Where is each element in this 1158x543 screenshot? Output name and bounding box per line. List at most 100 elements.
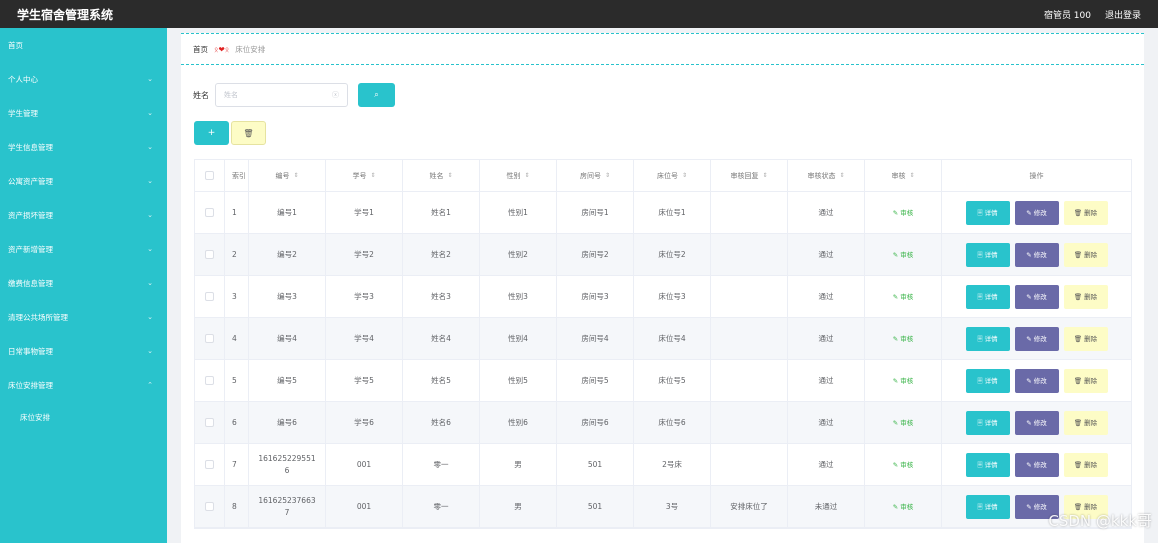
sort-icon[interactable]: ⇕ xyxy=(447,170,452,182)
add-button[interactable]: + xyxy=(194,121,229,145)
row-checkbox[interactable] xyxy=(205,208,214,217)
sidebar-item-10[interactable]: 床位安排管理 ⌃ xyxy=(0,368,167,402)
column-header[interactable]: 学号 ⇕ xyxy=(326,160,403,191)
row-checkbox[interactable] xyxy=(205,334,214,343)
breadcrumb-home[interactable]: 首页 xyxy=(193,44,208,55)
sidebar-item-4[interactable]: 公寓资产管理 ⌄ xyxy=(0,164,167,198)
cell-text: 通过 xyxy=(818,291,834,301)
cell-text: 姓名6 xyxy=(431,417,451,427)
cell-text: 501 xyxy=(587,459,603,469)
delete-button[interactable]: 🗑 删除 xyxy=(1063,368,1108,393)
sort-icon[interactable]: ⇕ xyxy=(839,170,844,182)
column-header[interactable]: 审核回复 ⇕ xyxy=(711,160,788,191)
clear-icon[interactable]: ⓧ xyxy=(332,90,339,100)
sidebar-item-6[interactable]: 资产新增管理 ⌄ xyxy=(0,232,167,266)
row-checkbox[interactable] xyxy=(205,292,214,301)
logout-link[interactable]: 退出登录 xyxy=(1105,8,1141,21)
delete-button[interactable]: 🗑 删除 xyxy=(1063,242,1108,267)
delete-button[interactable]: 🗑 删除 xyxy=(1063,410,1108,435)
column-header[interactable]: 姓名 ⇕ xyxy=(403,160,480,191)
detail-button[interactable]: 🗏 详情 xyxy=(965,200,1010,225)
audit-link[interactable]: ✎ 审核 xyxy=(893,249,914,261)
cell-text: 通过 xyxy=(818,333,834,343)
audit-link[interactable]: ✎ 审核 xyxy=(893,459,914,471)
cell-text: 性别6 xyxy=(508,417,528,427)
audit-link[interactable]: ✎ 审核 xyxy=(893,333,914,345)
sidebar-item-0[interactable]: 首页 xyxy=(0,28,167,62)
sidebar-item-9[interactable]: 日常事物管理 ⌄ xyxy=(0,334,167,368)
name-search-input[interactable]: 姓名 ⓧ xyxy=(215,83,348,107)
search-button[interactable]: ⌕ xyxy=(358,83,395,107)
chevron-icon: ⌄ xyxy=(147,211,153,219)
search-bar: 姓名 姓名 ⓧ ⌕ xyxy=(193,83,395,107)
delete-button[interactable]: 🗑 删除 xyxy=(1063,200,1108,225)
table-cell: 通过 xyxy=(788,444,865,485)
column-header[interactable]: 性别 ⇕ xyxy=(480,160,557,191)
sort-icon[interactable]: ⇕ xyxy=(293,170,298,182)
sidebar-item-8[interactable]: 清理公共场所管理 ⌄ xyxy=(0,300,167,334)
table-cell: 001 xyxy=(326,486,403,527)
row-select-cell xyxy=(195,486,225,527)
table-cell xyxy=(711,444,788,485)
column-header[interactable]: 房间号 ⇕ xyxy=(557,160,634,191)
trash-icon: 🗑 xyxy=(243,128,254,138)
sort-icon[interactable]: ⇕ xyxy=(370,170,375,182)
table-cell: 男 xyxy=(480,444,557,485)
cell-text: 6 xyxy=(232,417,237,427)
table-cell: 性别2 xyxy=(480,234,557,275)
delete-button[interactable]: 🗑 删除 xyxy=(1063,326,1108,351)
row-checkbox[interactable] xyxy=(205,460,214,469)
audit-link[interactable]: ✎ 审核 xyxy=(893,375,914,387)
row-checkbox[interactable] xyxy=(205,250,214,259)
edit-button[interactable]: ✎ 修改 xyxy=(1014,410,1059,435)
table-cell: 学号5 xyxy=(326,360,403,401)
edit-button[interactable]: ✎ 修改 xyxy=(1014,326,1059,351)
sidebar-item-2[interactable]: 学生管理 ⌄ xyxy=(0,96,167,130)
edit-button[interactable]: ✎ 修改 xyxy=(1014,242,1059,267)
detail-button[interactable]: 🗏 详情 xyxy=(965,242,1010,267)
sort-icon[interactable]: ⇕ xyxy=(524,170,529,182)
audit-link[interactable]: ✎ 审核 xyxy=(893,417,914,429)
select-all-checkbox[interactable] xyxy=(205,171,214,180)
row-checkbox[interactable] xyxy=(205,502,214,511)
sidebar-item-7[interactable]: 缴费信息管理 ⌄ xyxy=(0,266,167,300)
detail-button[interactable]: 🗏 详情 xyxy=(965,368,1010,393)
detail-button[interactable]: 🗏 详情 xyxy=(965,284,1010,309)
edit-button[interactable]: ✎ 修改 xyxy=(1014,452,1059,477)
table-cell: 编号4 xyxy=(249,318,326,359)
sidebar-item-3[interactable]: 学生信息管理 ⌄ xyxy=(0,130,167,164)
audit-link[interactable]: ✎ 审核 xyxy=(893,501,914,513)
delete-button[interactable]: 🗑 删除 xyxy=(1063,284,1108,309)
table-cell: 学号4 xyxy=(326,318,403,359)
detail-button[interactable]: 🗏 详情 xyxy=(965,452,1010,477)
detail-button[interactable]: 🗏 详情 xyxy=(965,410,1010,435)
sidebar-item-1[interactable]: 个人中心 ⌄ xyxy=(0,62,167,96)
table-cell: 姓名6 xyxy=(403,402,480,443)
sort-icon[interactable]: ⇕ xyxy=(762,170,767,182)
row-checkbox[interactable] xyxy=(205,376,214,385)
sidebar-item-label: 学生信息管理 xyxy=(8,142,53,152)
table-cell: 8 xyxy=(225,486,249,527)
detail-button[interactable]: 🗏 详情 xyxy=(965,494,1010,519)
edit-button[interactable]: ✎ 修改 xyxy=(1014,368,1059,393)
column-header[interactable]: 编号 ⇕ xyxy=(249,160,326,191)
column-header[interactable]: 床位号 ⇕ xyxy=(634,160,711,191)
audit-link[interactable]: ✎ 审核 xyxy=(893,291,914,303)
edit-button[interactable]: ✎ 修改 xyxy=(1014,284,1059,309)
sort-icon[interactable]: ⇕ xyxy=(909,170,914,182)
sidebar-subitem-bed-arrangement[interactable]: 床位安排 xyxy=(0,402,167,432)
sort-icon[interactable]: ⇕ xyxy=(605,170,610,182)
column-header[interactable]: 审核 ⇕ xyxy=(865,160,942,191)
delete-button[interactable]: 🗑 删除 xyxy=(1063,452,1108,477)
batch-delete-button[interactable]: 🗑 xyxy=(231,121,266,145)
sidebar-item-5[interactable]: 资产损坏管理 ⌄ xyxy=(0,198,167,232)
detail-button[interactable]: 🗏 详情 xyxy=(965,326,1010,351)
column-header[interactable]: 审核状态 ⇕ xyxy=(788,160,865,191)
chevron-icon: ⌄ xyxy=(147,75,153,83)
audit-link[interactable]: ✎ 审核 xyxy=(893,207,914,219)
edit-button[interactable]: ✎ 修改 xyxy=(1014,200,1059,225)
sort-icon[interactable]: ⇕ xyxy=(682,170,687,182)
row-checkbox[interactable] xyxy=(205,418,214,427)
column-header: 索引 xyxy=(225,160,249,191)
cell-text: 性别2 xyxy=(508,249,528,259)
